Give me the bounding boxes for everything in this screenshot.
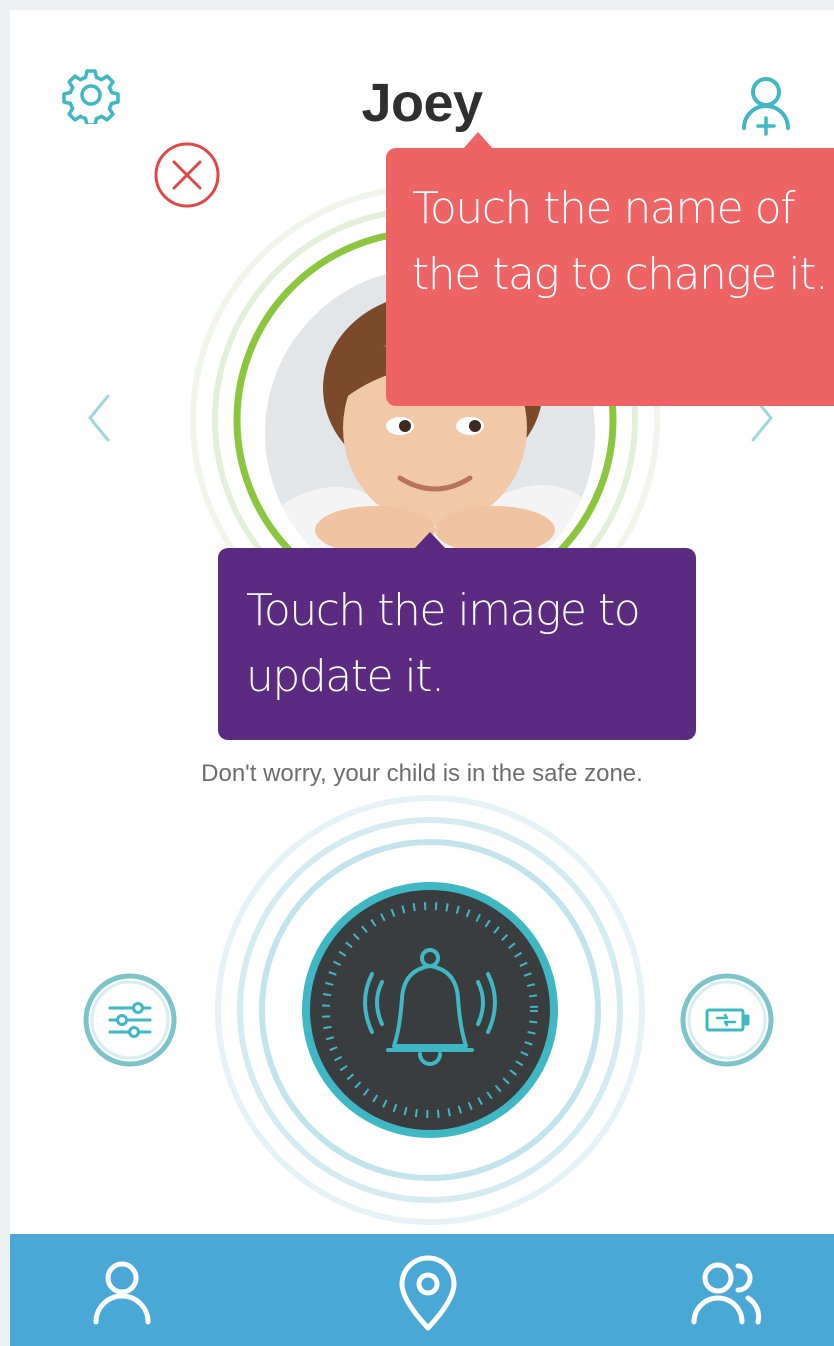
safe-zone-status: Don't worry, your child is in the safe z… (201, 760, 643, 787)
gear-icon (62, 69, 120, 127)
app-screen: Joey Touch the name of the tag to change… (10, 10, 834, 1346)
nav-location-button[interactable] (388, 1252, 468, 1332)
bottom-navigation (10, 1234, 834, 1346)
chevron-left-icon (88, 394, 110, 442)
settings-button[interactable] (62, 66, 120, 127)
nav-group-button[interactable] (686, 1252, 766, 1332)
battery-icon (680, 973, 774, 1067)
image-hint-pointer (414, 532, 446, 549)
alarm-button[interactable] (298, 878, 562, 1142)
user-plus-icon (742, 77, 790, 136)
location-pin-icon (399, 1255, 457, 1331)
user-icon (93, 1261, 151, 1325)
image-hint-tooltip: Touch the image to update it. (218, 548, 696, 740)
add-user-button[interactable] (738, 72, 798, 136)
previous-tag-button[interactable] (80, 390, 116, 446)
name-hint-tooltip: Touch the name of the tag to change it. (386, 148, 834, 406)
sliders-icon (83, 973, 177, 1067)
alarm-dial (302, 882, 558, 1138)
nav-profile-button[interactable] (82, 1252, 162, 1332)
tag-name-title[interactable]: Joey (272, 72, 572, 142)
settings-sliders-button[interactable] (82, 972, 178, 1068)
users-icon (691, 1262, 762, 1325)
battery-button[interactable] (679, 972, 775, 1068)
